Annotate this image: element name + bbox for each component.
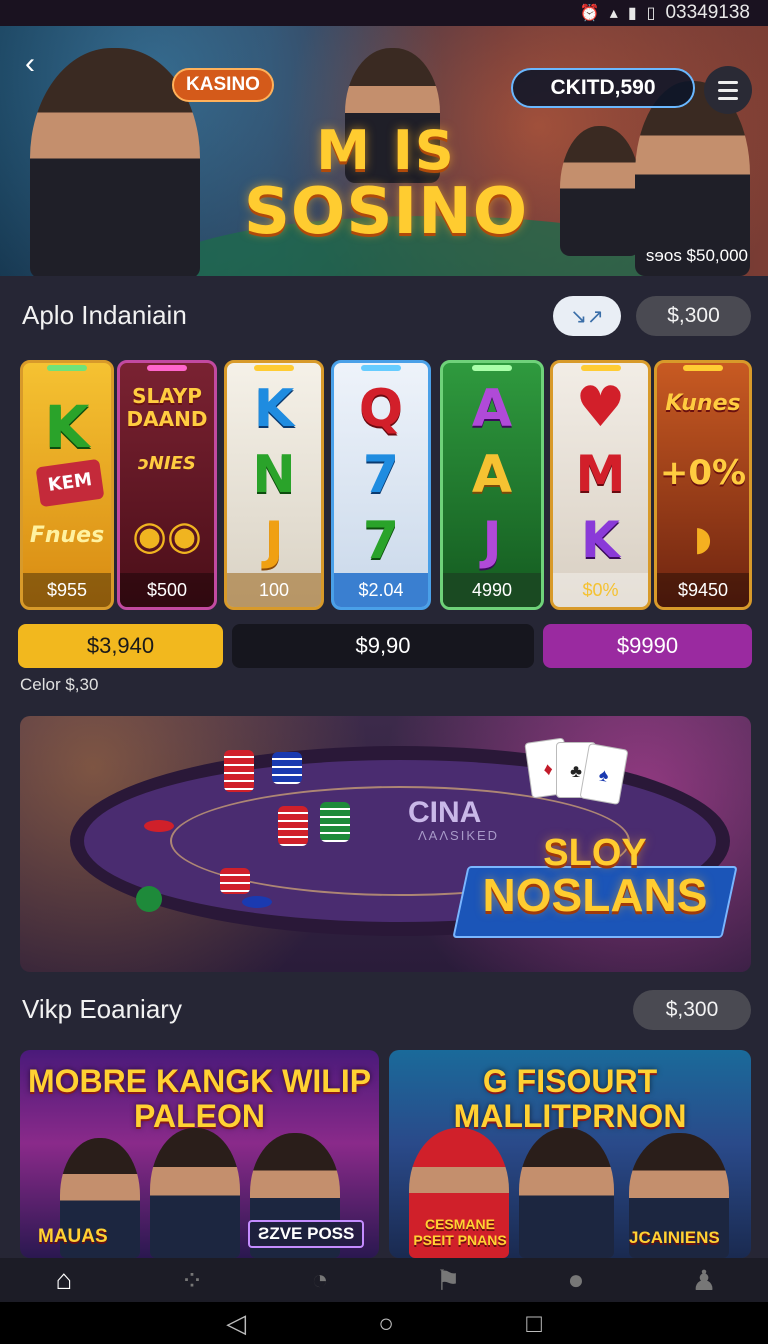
section-title: Aplo Indaniain xyxy=(22,300,187,330)
slot-reel[interactable]: A A J 4990 xyxy=(440,360,544,610)
promo-tag: MAUAS xyxy=(38,1226,108,1247)
reel-symbol: K xyxy=(581,511,620,569)
promo-title: MOBRE KANGK WILIP PALEON xyxy=(27,1063,372,1135)
status-time: 03349138 xyxy=(665,2,750,23)
signal-icon: ▮ xyxy=(627,5,637,22)
reel-symbol: 7 xyxy=(362,445,400,505)
back-button[interactable]: ‹ xyxy=(14,48,46,80)
coins-icon: ◉◉ xyxy=(132,513,202,559)
promo-card[interactable]: MOBRE KANGK WILIP PALEON MAUAS ƧZVE POSS xyxy=(20,1050,379,1258)
balance-pill[interactable]: CKITD,590 xyxy=(511,68,695,108)
color-note: Celor $,30 xyxy=(20,675,99,694)
trend-icon: ↘↗ xyxy=(570,305,604,328)
slot-reel[interactable]: K KEM Fnues $955 xyxy=(20,360,114,610)
home-icon[interactable]: ⌂ xyxy=(44,1262,84,1298)
hero-player-figure xyxy=(560,126,640,256)
chip-stack xyxy=(272,752,302,784)
chip-stack xyxy=(278,806,308,846)
reel-price: $0% xyxy=(553,573,648,607)
promo-tag: CESMANE PSEIT PNANS xyxy=(413,1216,507,1248)
chart-toggle-button[interactable]: ↘↗ xyxy=(553,296,621,336)
section-title-2: Vikp Eoaniary xyxy=(22,994,182,1024)
loader-icon[interactable]: ⁘ xyxy=(172,1262,212,1298)
brand-badge[interactable]: KASINO xyxy=(172,68,274,102)
reel-symbol: Kunes xyxy=(665,391,741,416)
slot-reel[interactable]: Kunes +0% ◗ $9450 xyxy=(654,360,752,610)
promo-title: G FISOURT MALLITPRNON xyxy=(453,1063,687,1135)
hero-logo: M IS SOSINO xyxy=(236,119,536,249)
chip xyxy=(144,820,174,832)
section-amount-pill-2[interactable]: $,300 xyxy=(633,990,751,1030)
reel-symbol: M xyxy=(575,445,626,503)
reel-price: $9450 xyxy=(657,573,749,607)
reel-symbol: Q xyxy=(358,379,404,439)
flag-icon[interactable]: ⚑ xyxy=(428,1262,468,1298)
menu-button[interactable] xyxy=(704,66,752,114)
chip xyxy=(242,896,272,908)
slot-logo-line1: SLOY xyxy=(543,832,647,874)
system-nav-bar: ◁ ○ □ xyxy=(0,1302,768,1344)
battery-icon: ▯ xyxy=(646,5,656,22)
hero-banner[interactable]: ‹ KASINO CKITD,590 M IS SOSINO sɘos $50,… xyxy=(0,26,768,276)
slot-reel[interactable]: Q 7 7 $2.04 xyxy=(331,360,431,610)
reel-symbol: KEM xyxy=(35,458,105,508)
reel-symbol: ♥ xyxy=(575,375,626,440)
slot-logo: SLOY NOSLANS xyxy=(450,834,740,918)
reel-price: $955 xyxy=(23,573,111,607)
reel-price: $2.04 xyxy=(334,573,428,607)
reel-symbol: K xyxy=(253,379,295,439)
reel-price: $500 xyxy=(120,573,214,607)
chip xyxy=(136,886,162,912)
table-game-banner[interactable]: ♦ ♣ ♠ CINA ɅAɅSIKED SLOY NOSLANS xyxy=(20,716,751,972)
reel-price: 4990 xyxy=(443,573,541,607)
promo-figure xyxy=(150,1128,240,1258)
recents-square-icon[interactable]: □ xyxy=(526,1308,542,1339)
user-icon[interactable]: ● xyxy=(556,1262,596,1298)
table-label: CINA xyxy=(408,796,482,829)
chip-stack xyxy=(220,868,250,894)
reel-symbol: K xyxy=(44,393,90,461)
lamp-icon: ◗ xyxy=(694,519,712,559)
reel-symbol: 7 xyxy=(362,511,400,571)
slot-logo-line2: NOSLANS xyxy=(482,869,708,921)
clock-icon[interactable]: ◔ xyxy=(300,1262,340,1298)
promo-card[interactable]: G FISOURT MALLITPRNON CESMANE PSEIT PNAN… xyxy=(389,1050,751,1258)
reel-symbol: A xyxy=(471,445,513,505)
reel-symbol: Fnues xyxy=(29,523,105,548)
profile-icon[interactable]: ♟ xyxy=(684,1262,724,1298)
promo-figure xyxy=(519,1128,614,1258)
chip-stack xyxy=(320,802,350,842)
reel-symbol: J xyxy=(264,511,284,571)
reel-symbol: A xyxy=(471,379,513,439)
reel-symbol: N xyxy=(252,445,296,505)
menu-icon xyxy=(718,80,738,84)
status-bar: ⏰ ▴ ▮ ▯ 03349138 xyxy=(0,0,768,26)
slot-reel[interactable]: SLAYP DAAND ɔNIES ◉◉ $500 xyxy=(117,360,217,610)
reel-price: 100 xyxy=(227,573,321,607)
slot-reel[interactable]: K N J 100 xyxy=(224,360,324,610)
promo-tag: ƧZVE POSS xyxy=(248,1220,365,1248)
chip-stack xyxy=(224,750,254,792)
hero-logo-line1: M IS xyxy=(316,119,456,182)
alarm-icon: ⏰ xyxy=(579,5,600,22)
slot-reel[interactable]: ♥ M K $0% xyxy=(550,360,651,610)
reel-symbol: J xyxy=(482,511,502,571)
hero-logo-line2: SOSINO xyxy=(243,175,529,249)
bet-button-gold[interactable]: $3,940 xyxy=(18,624,223,668)
home-circle-icon[interactable]: ○ xyxy=(378,1308,394,1339)
hero-jackpot: sɘos $50,000 xyxy=(645,246,748,265)
section-amount-pill[interactable]: $,300 xyxy=(636,296,751,336)
wifi-icon: ▴ xyxy=(609,5,618,22)
reel-symbol: SLAYP DAAND xyxy=(126,384,208,431)
bottom-nav: ⌂ ⁘ ◔ ⚑ ● ♟ xyxy=(0,1258,768,1302)
reel-symbol: +0% xyxy=(659,453,747,493)
back-triangle-icon[interactable]: ◁ xyxy=(226,1308,246,1339)
bet-button-purple[interactable]: $9990 xyxy=(543,624,752,668)
reel-symbol: ɔNIES xyxy=(138,453,196,474)
promo-tag: JCAINIENS xyxy=(629,1228,720,1247)
bet-button-dark[interactable]: $9,90 xyxy=(232,624,534,668)
